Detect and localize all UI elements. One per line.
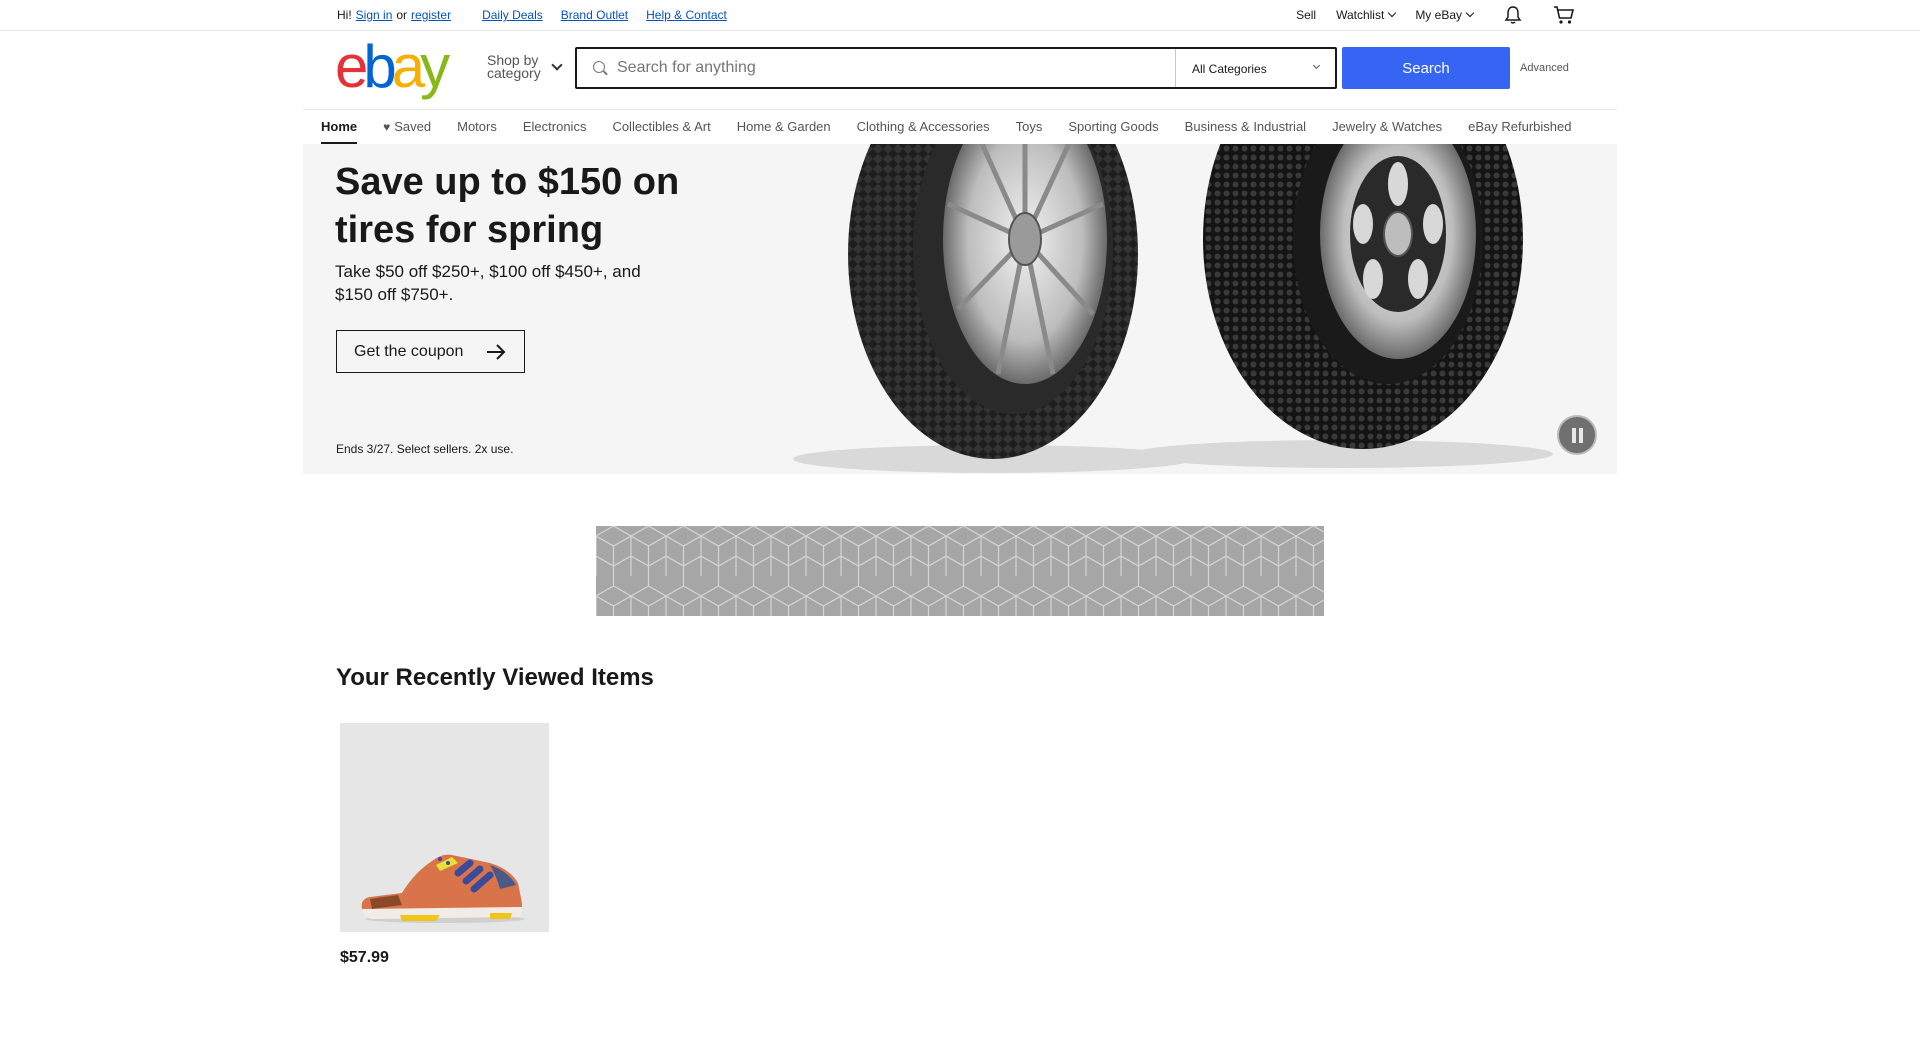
category-label: category [487,65,541,81]
ebay-logo[interactable]: ebay [335,37,450,97]
chevron-down-icon [551,59,563,71]
get-coupon-button[interactable]: Get the coupon [336,330,525,373]
cart-icon[interactable] [1553,5,1575,25]
notification-bell-icon[interactable] [1503,5,1523,25]
nav-label: Sporting Goods [1068,119,1159,134]
sneaker-image [361,854,525,923]
nav-label: Jewelry & Watches [1332,119,1443,134]
hero-banner[interactable]: Save up to $150 on tires for spring Take… [303,144,1617,474]
nav-item-clothing[interactable]: Clothing & Accessories [857,119,990,134]
nav-label: Saved [394,119,432,134]
daily-deals-link[interactable]: Daily Deals [482,8,543,22]
recently-viewed-item[interactable]: $57.99 [340,723,549,967]
search-input[interactable] [577,49,1175,87]
ad-placeholder[interactable] [596,526,1324,616]
my-ebay-menu[interactable]: My eBay [1415,8,1475,22]
nav-item-refurbished[interactable]: eBay Refurbished [1468,119,1571,134]
sign-in-link[interactable]: Sign in [356,8,393,22]
hero-title: Save up to $150 on tires for spring [335,161,680,251]
register-link[interactable]: register [411,8,451,22]
nav-label: Collectibles & Art [612,119,711,134]
search-button[interactable]: Search [1342,47,1510,89]
nav-label: Toys [1015,119,1043,134]
search-icon [593,61,605,73]
search-bar: All Categories [575,47,1337,89]
category-select[interactable]: All Categories [1175,49,1335,87]
nav-item-electronics[interactable]: Electronics [523,119,587,134]
chevron-down-icon [1388,8,1397,18]
or-text: or [396,8,408,22]
product-image [340,723,549,932]
pause-icon[interactable] [1557,415,1597,455]
top-bar-right: Sell Watchlist My eBay [1296,3,1575,27]
shop-by-category-button[interactable]: Shop by category [487,53,563,81]
nav-item-jewelry[interactable]: Jewelry & Watches [1332,119,1442,134]
chevron-down-icon [1312,61,1321,70]
my-ebay-label: My eBay [1415,8,1462,22]
nav-item-motors[interactable]: Motors [457,119,497,134]
nav-item-collectibles[interactable]: Collectibles & Art [612,119,710,134]
chevron-down-icon [1465,8,1475,18]
nav-item-home[interactable]: Home [321,119,358,144]
nav-item-toys[interactable]: Toys [1016,119,1043,134]
category-select-value: All Categories [1192,62,1267,76]
top-bar: Hi! Sign in or register Daily Deals Bran… [303,0,1617,30]
category-nav: Home ♥ Saved Motors Electronics Collectib… [303,109,1617,144]
nav-label: Home [321,119,358,134]
recently-viewed-title: Your Recently Viewed Items [336,664,654,691]
nav-label: Motors [457,119,497,134]
brand-outlet-link[interactable]: Brand Outlet [561,8,628,22]
search-input-wrap [577,49,1175,87]
advanced-search-link[interactable]: Advanced [1520,62,1569,74]
sell-link[interactable]: Sell [1296,8,1316,22]
nav-item-sporting-goods[interactable]: Sporting Goods [1068,119,1158,134]
nav-label: Business & Industrial [1184,119,1307,134]
nav-label: eBay Refurbished [1468,119,1572,134]
heart-icon: ♥ [383,119,391,134]
greeting: Hi! [337,8,352,22]
help-contact-link[interactable]: Help & Contact [646,8,727,22]
header: ebay Shop by category All Categories Sea… [303,31,1617,109]
top-bar-left: Hi! Sign in or register Daily Deals Bran… [337,8,727,22]
nav-item-home-garden[interactable]: Home & Garden [737,119,831,134]
watchlist-menu[interactable]: Watchlist [1336,8,1397,22]
nav-label: Electronics [522,119,587,134]
arrow-right-icon [487,344,506,360]
get-coupon-label: Get the coupon [354,342,464,360]
watchlist-label: Watchlist [1336,8,1385,22]
tires-image [793,144,1553,473]
ad-pattern [596,526,1324,616]
hero-subtitle: Take $50 off $250+, $100 off $450+, and … [335,262,641,304]
nav-label: Clothing & Accessories [856,119,990,134]
nav-item-business[interactable]: Business & Industrial [1185,119,1306,134]
nav-item-saved[interactable]: ♥ Saved [383,119,431,134]
product-price: $57.99 [340,949,389,966]
hero-fine-print: Ends 3/27. Select sellers. 2x use. [336,442,514,456]
nav-label: Home & Garden [736,119,831,134]
